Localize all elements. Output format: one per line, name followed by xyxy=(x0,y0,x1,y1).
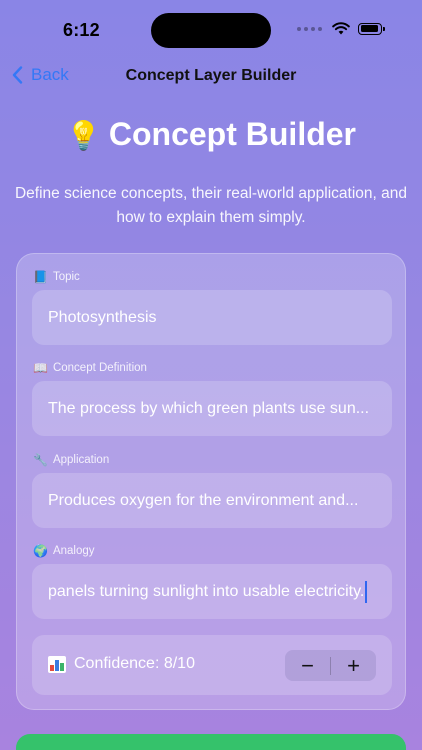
definition-value: The process by which green plants use su… xyxy=(48,399,370,417)
decrement-button[interactable]: − xyxy=(285,650,330,681)
analogy-value: panels turning sunlight into usable elec… xyxy=(48,582,365,600)
analogy-label: 🌍 Analogy xyxy=(33,544,95,558)
definition-label-text: Concept Definition xyxy=(52,362,147,374)
status-icons xyxy=(297,22,385,35)
application-input[interactable]: Produces oxygen for the environment and.… xyxy=(32,473,392,528)
navigation-bar: Back Concept Layer Builder xyxy=(0,56,422,96)
application-label-text: Application xyxy=(52,454,110,466)
status-time: 6:12 xyxy=(63,20,100,40)
text-cursor xyxy=(365,580,368,603)
confidence-stepper[interactable]: − + xyxy=(285,650,376,681)
topic-input[interactable]: Photosynthesis xyxy=(32,290,392,345)
application-value: Produces oxygen for the environment and.… xyxy=(48,491,359,509)
page-title-text: Concept Builder xyxy=(108,116,356,152)
open-book-icon: 📖 xyxy=(33,361,48,375)
bar-chart-icon xyxy=(48,655,66,673)
dynamic-island xyxy=(151,13,271,48)
confidence-label: Confidence: 8/10 xyxy=(48,655,195,673)
definition-input[interactable]: The process by which green plants use su… xyxy=(32,381,392,436)
concept-form-card: 📘 Topic Photosynthesis 📖 Concept Definit… xyxy=(16,253,406,710)
globe-icon: 🌍 xyxy=(33,544,48,558)
confidence-text: Confidence: 8/10 xyxy=(74,655,195,672)
confidence-row: Confidence: 8/10 − + xyxy=(32,635,392,695)
increment-button[interactable]: + xyxy=(331,650,376,681)
primary-action-button[interactable] xyxy=(16,734,406,750)
definition-label: 📖 Concept Definition xyxy=(33,361,147,375)
nav-title: Concept Layer Builder xyxy=(125,67,297,84)
status-bar: 6:12 xyxy=(0,0,422,56)
page-subtitle: Define science concepts, their real-worl… xyxy=(14,185,408,226)
analogy-input[interactable]: panels turning sunlight into usable elec… xyxy=(32,564,392,619)
book-icon: 📘 xyxy=(33,270,48,284)
analogy-label-text: Analogy xyxy=(52,545,95,557)
battery-icon xyxy=(358,22,385,35)
topic-label: 📘 Topic xyxy=(33,270,80,284)
page-title: 💡 Concept Builder xyxy=(0,116,422,153)
wifi-icon xyxy=(332,22,350,35)
topic-label-text: Topic xyxy=(52,271,80,283)
signal-icon xyxy=(297,26,322,31)
wrench-icon: 🔧 xyxy=(33,453,48,467)
application-label: 🔧 Application xyxy=(33,453,109,467)
topic-value: Photosynthesis xyxy=(48,308,157,326)
lightbulb-icon: 💡 xyxy=(66,120,101,151)
